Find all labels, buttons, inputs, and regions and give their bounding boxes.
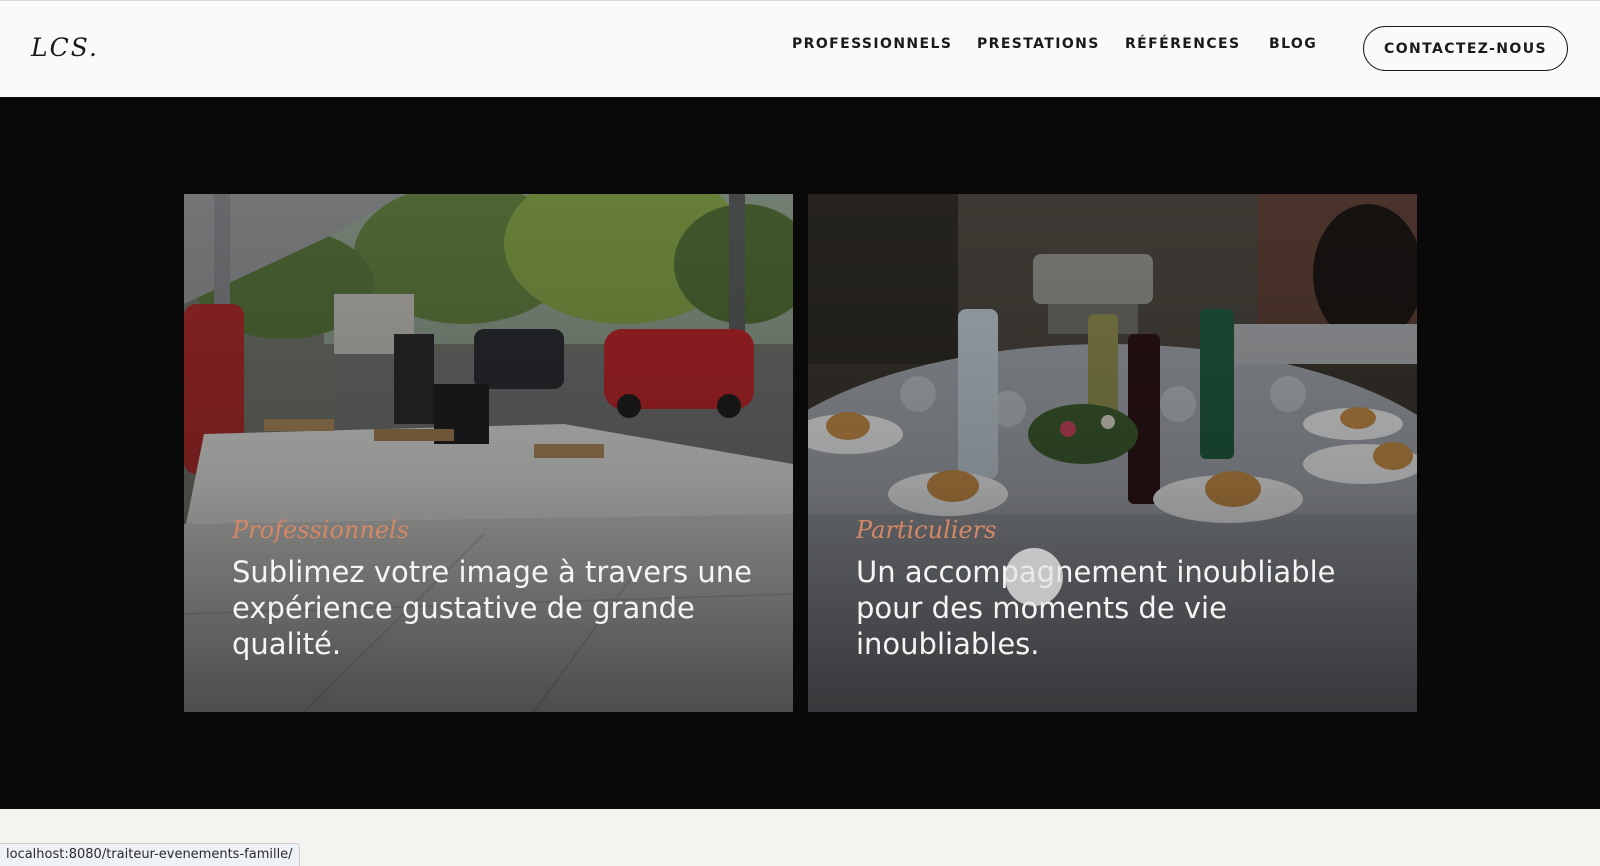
browser-status-url: localhost:8080/traiteur-evenements-famil…: [0, 843, 300, 866]
site-header: LCS. PROFESSIONNELS PRESTATIONS RÉFÉRENC…: [0, 0, 1600, 97]
card-particuliers[interactable]: Particuliers Un accompagnement inoubliab…: [808, 194, 1417, 712]
contact-button[interactable]: CONTACTEZ-NOUS: [1363, 26, 1568, 71]
nav-professionnels[interactable]: PROFESSIONNELS: [792, 36, 952, 52]
card-description: Un accompagnement inoubliable pour des m…: [856, 555, 1336, 661]
card-professionnels[interactable]: Professionnels Sublimez votre image à tr…: [184, 194, 793, 712]
card-category-label: Particuliers: [856, 516, 997, 544]
card-category-label: Professionnels: [232, 516, 410, 544]
nav-references[interactable]: RÉFÉRENCES: [1125, 36, 1240, 52]
site-logo[interactable]: LCS.: [31, 33, 99, 62]
card-description: Sublimez votre image à travers une expér…: [232, 555, 752, 661]
nav-prestations[interactable]: PRESTATIONS: [977, 36, 1100, 52]
nav-blog[interactable]: BLOG: [1269, 36, 1317, 52]
